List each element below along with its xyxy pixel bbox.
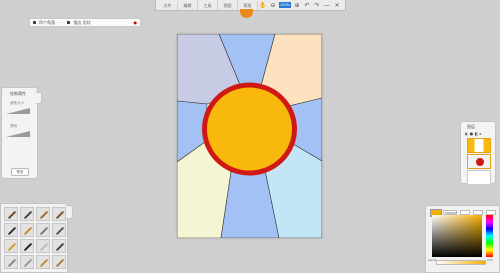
- menu-file[interactable]: 文件: [158, 0, 178, 10]
- layer-thumb-top[interactable]: [467, 138, 491, 153]
- fill-tool[interactable]: [4, 239, 18, 253]
- redo-icon[interactable]: ↷: [312, 1, 322, 10]
- layer-visibility-icon[interactable]: ◐ ● ◧ ▸: [465, 131, 482, 136]
- menu-tools[interactable]: 工具: [198, 0, 218, 10]
- charcoal-tool[interactable]: [36, 255, 50, 269]
- zoom-in-icon[interactable]: ⊕: [292, 1, 302, 10]
- sun: [202, 82, 297, 176]
- pan-icon[interactable]: ✋: [258, 1, 268, 10]
- layer-thumb-bottom[interactable]: [467, 170, 491, 185]
- panel-collapse-tab[interactable]: [36, 92, 42, 104]
- sponge-tool[interactable]: [52, 255, 66, 269]
- marker-tool[interactable]: [36, 207, 50, 221]
- brush-tool[interactable]: [4, 207, 18, 221]
- crayon-tool[interactable]: [20, 223, 34, 237]
- panel-title: 绘制属性: [10, 91, 26, 96]
- eraser-tool[interactable]: [52, 223, 66, 237]
- brush-properties-panel: 绘制属性 画笔大小 透明: [1, 87, 38, 179]
- layer-thumb-middle[interactable]: [467, 154, 491, 169]
- close-icon[interactable]: ✕: [332, 1, 342, 10]
- artwork: [176, 33, 323, 239]
- slider-label-opacity: 透明: [10, 124, 17, 128]
- layers-panel: 图层 ◐ ● ◧ ▸: [460, 121, 496, 185]
- drawing-canvas[interactable]: [176, 33, 323, 239]
- props-label-corners: 四个角落: [39, 19, 55, 25]
- close-icon[interactable]: ●: [134, 20, 138, 25]
- opacity-slider[interactable]: [6, 131, 30, 137]
- water-tool[interactable]: [20, 255, 34, 269]
- props-label-stroke: 描边 形状: [73, 19, 91, 25]
- toolbar-toggle-button[interactable]: [240, 9, 253, 18]
- knife-tool[interactable]: [36, 223, 50, 237]
- size-slider[interactable]: [6, 108, 30, 114]
- ink-tool[interactable]: [52, 207, 66, 221]
- stamp-tool[interactable]: [4, 255, 18, 269]
- tools-panel: [0, 203, 68, 273]
- preview-button[interactable]: 预览: [11, 168, 29, 176]
- layers-title: 图层: [467, 124, 475, 129]
- hue-slider[interactable]: [486, 215, 493, 257]
- zoom-level[interactable]: 100%: [279, 2, 291, 8]
- checkbox-icon[interactable]: [33, 21, 36, 24]
- checkbox-icon[interactable]: [67, 21, 71, 24]
- properties-bar: 四个角落 · · · 描边 形状 ●: [29, 18, 141, 27]
- alpha-slider[interactable]: [436, 260, 486, 265]
- slider-label-size: 画笔大小: [10, 101, 24, 105]
- zoom-out-icon[interactable]: ⊖: [268, 1, 278, 10]
- blur-tool[interactable]: [52, 239, 66, 253]
- undo-icon[interactable]: ↶: [302, 1, 312, 10]
- props-sep: · · ·: [58, 20, 65, 25]
- alpha-value: 100: [487, 258, 493, 262]
- pen-tool[interactable]: [20, 239, 34, 253]
- menu-edit[interactable]: 编辑: [178, 0, 198, 10]
- minimize-icon[interactable]: —: [322, 1, 332, 10]
- saturation-value-picker[interactable]: [432, 215, 482, 257]
- airbrush-tool[interactable]: [4, 223, 18, 237]
- menu-view[interactable]: 视图: [218, 0, 238, 10]
- pencil-tool[interactable]: [20, 207, 34, 221]
- smudge-tool[interactable]: [36, 239, 50, 253]
- tools-collapse-tab[interactable]: [66, 205, 73, 219]
